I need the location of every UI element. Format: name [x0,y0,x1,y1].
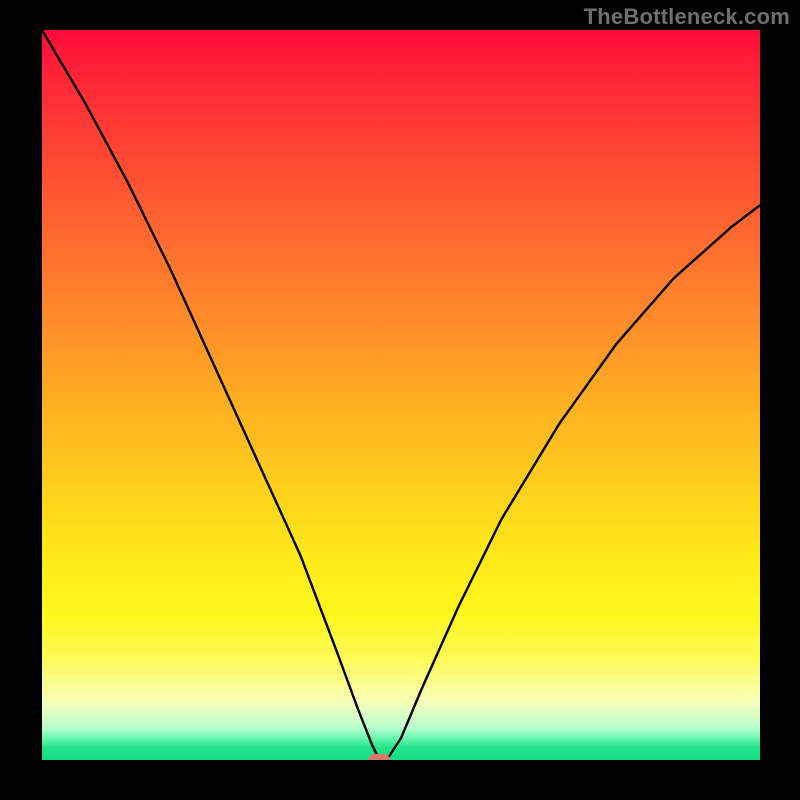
chart-frame: TheBottleneck.com [0,0,800,800]
minimum-marker [368,754,390,760]
bottleneck-curve-path [42,30,760,760]
curve-svg [42,30,760,760]
watermark-text: TheBottleneck.com [584,4,790,30]
plot-area [42,30,760,760]
